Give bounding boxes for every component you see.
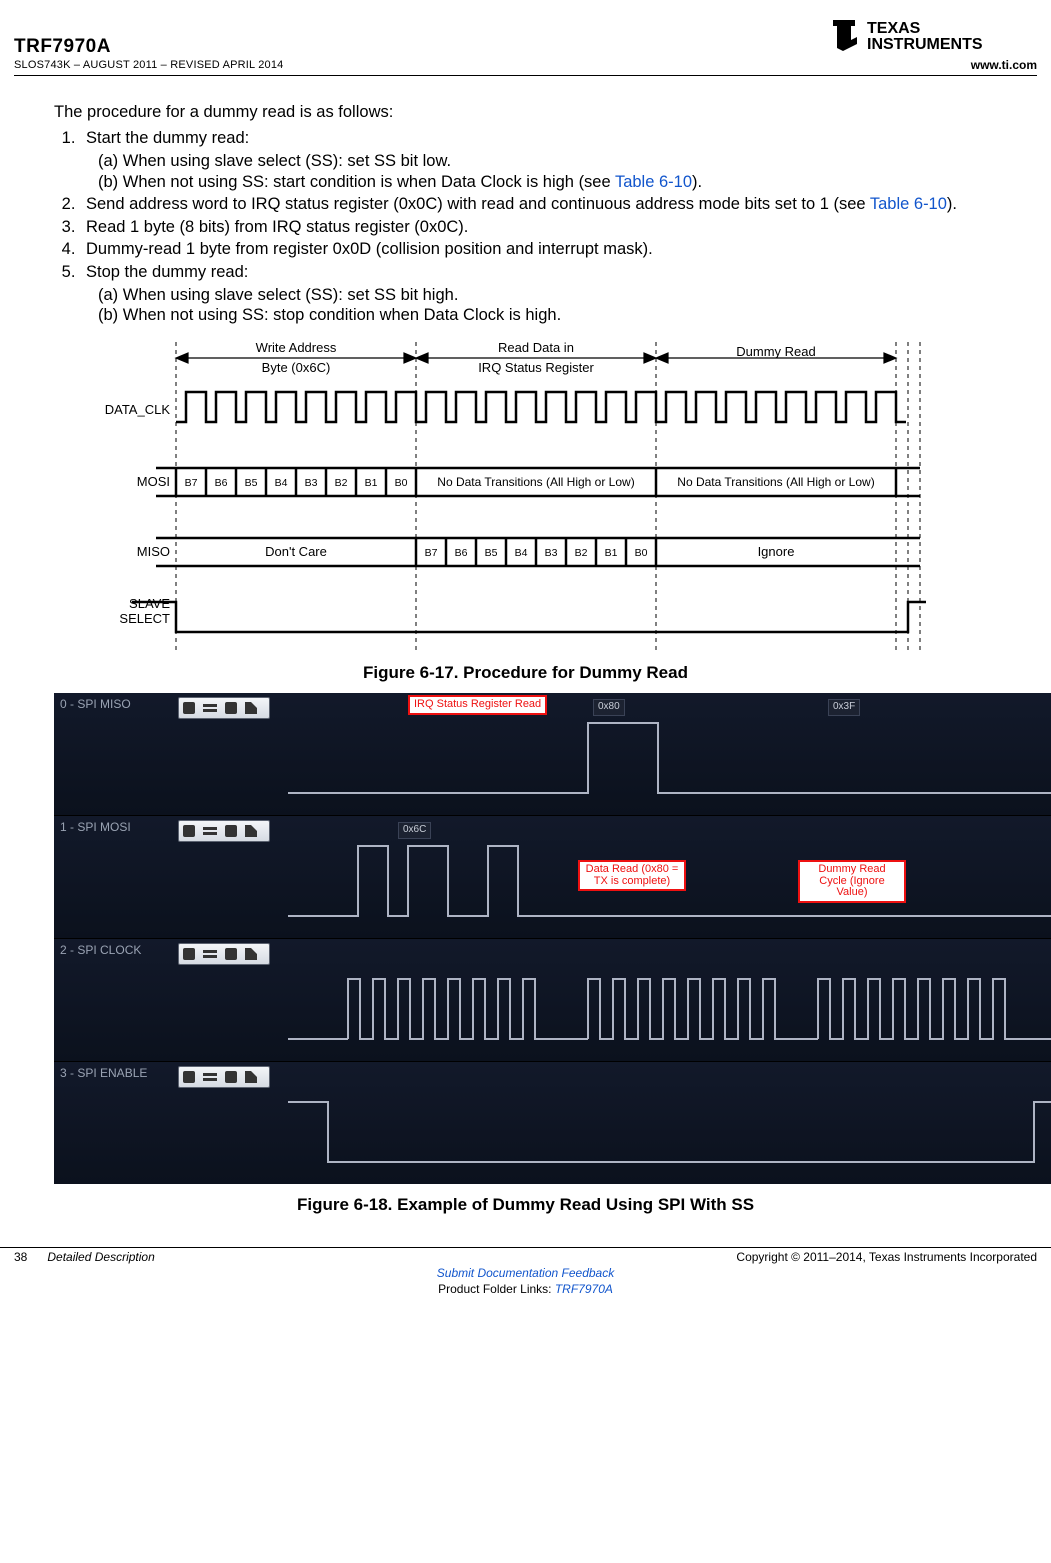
svg-text:B4: B4 (514, 547, 527, 559)
la-mosi-byte: 0x6C (398, 822, 431, 839)
svg-text:TEXAS: TEXAS (867, 20, 921, 37)
part-number: TRF7970A (14, 35, 284, 59)
page-number: 38 (14, 1250, 27, 1264)
table-6-10-link[interactable]: Table 6-10 (870, 195, 947, 213)
svg-text:B4: B4 (274, 477, 287, 489)
body-content: The procedure for a dummy read is as fol… (14, 76, 1037, 1236)
la-ch3-toolbar (178, 1066, 270, 1088)
la-ch1-label: 1 - SPI MOSI (60, 820, 131, 835)
step-5b: (b) When not using SS: stop condition wh… (98, 305, 997, 326)
intro-text: The procedure for a dummy read is as fol… (54, 102, 997, 123)
svg-text:B3: B3 (544, 547, 557, 559)
svg-text:Ignore: Ignore (757, 544, 794, 559)
la-ch2-label: 2 - SPI CLOCK (60, 943, 141, 958)
la-callout-data: Data Read (0x80 = TX is complete) (578, 860, 686, 891)
svg-text:B3: B3 (304, 477, 317, 489)
step-1a: (a) When using slave select (SS): set SS… (98, 151, 997, 172)
svg-text:B1: B1 (604, 547, 617, 559)
la-ch2-toolbar (178, 943, 270, 965)
section-name: Detailed Description (47, 1250, 154, 1264)
la-ch3-label: 3 - SPI ENABLE (60, 1066, 147, 1081)
svg-text:Don't Care: Don't Care (265, 544, 327, 559)
figure-6-17-caption: Figure 6-17. Procedure for Dummy Read (54, 662, 997, 683)
la-callout-irq: IRQ Status Register Read (408, 695, 547, 715)
svg-text:B7: B7 (424, 547, 437, 559)
svg-text:MOSI: MOSI (136, 474, 169, 489)
folder-label: Product Folder Links: (438, 1282, 555, 1296)
step-2: Send address word to IRQ status register… (80, 194, 997, 215)
svg-text:IRQ Status Register: IRQ Status Register (478, 360, 594, 375)
step-3: Read 1 byte (8 bits) from IRQ status reg… (80, 217, 997, 238)
figure-6-18-logic-analyzer: 0 - SPI MISO 0x80 0x3F IRQ Status Regist… (54, 693, 1051, 1184)
svg-text:B5: B5 (244, 477, 257, 489)
svg-text:SLAVE: SLAVE (129, 596, 170, 611)
svg-text:B2: B2 (334, 477, 347, 489)
step-4: Dummy-read 1 byte from register 0x0D (co… (80, 239, 997, 260)
ti-logo-icon: TEXAS INSTRUMENTS (827, 18, 1037, 58)
svg-text:INSTRUMENTS: INSTRUMENTS (867, 36, 983, 52)
svg-text:No Data Transitions (All High: No Data Transitions (All High or Low) (437, 475, 634, 489)
svg-text:B2: B2 (574, 547, 587, 559)
la-callout-dummy: Dummy Read Cycle (Ignore Value) (798, 860, 906, 903)
svg-text:DATA_CLK: DATA_CLK (104, 402, 170, 417)
svg-text:No Data Transitions (All High: No Data Transitions (All High or Low) (677, 475, 874, 489)
copyright: Copyright © 2011–2014, Texas Instruments… (736, 1250, 1037, 1266)
svg-text:Read Data in: Read Data in (498, 342, 574, 355)
doc-revision: SLOS743K – AUGUST 2011 – REVISED APRIL 2… (14, 59, 284, 73)
svg-text:SELECT: SELECT (119, 611, 170, 626)
submit-feedback-link[interactable]: Submit Documentation Feedback (437, 1266, 614, 1280)
la-ch1-toolbar (178, 820, 270, 842)
svg-text:Dummy Read: Dummy Read (736, 344, 815, 359)
step-5a: (a) When using slave select (SS): set SS… (98, 285, 997, 306)
la-miso-byte-2: 0x3F (828, 699, 860, 716)
product-folder-link[interactable]: TRF7970A (555, 1282, 613, 1296)
page-footer: 38 Detailed Description Copyright © 2011… (0, 1247, 1051, 1305)
step-1b: (b) When not using SS: start condition i… (98, 172, 997, 193)
svg-text:B6: B6 (214, 477, 227, 489)
la-ch0-label: 0 - SPI MISO (60, 697, 131, 712)
figure-6-18-caption: Figure 6-18. Example of Dummy Read Using… (54, 1194, 997, 1215)
svg-text:B0: B0 (394, 477, 407, 489)
svg-text:MISO: MISO (136, 544, 169, 559)
svg-text:B0: B0 (634, 547, 647, 559)
svg-text:B7: B7 (184, 477, 197, 489)
site-url: www.ti.com (827, 58, 1037, 73)
step-1: Start the dummy read: (a) When using sla… (80, 128, 997, 192)
svg-text:B1: B1 (364, 477, 377, 489)
la-miso-byte-1: 0x80 (593, 699, 625, 716)
step-5: Stop the dummy read: (a) When using slav… (80, 262, 997, 326)
svg-text:Write Address: Write Address (255, 342, 336, 355)
figure-6-17-timing-diagram: Write Address Byte (0x6C) Read Data in I… (96, 342, 956, 652)
svg-text:B6: B6 (454, 547, 467, 559)
svg-text:B5: B5 (484, 547, 497, 559)
page-header: TRF7970A SLOS743K – AUGUST 2011 – REVISE… (14, 18, 1037, 76)
la-ch0-toolbar (178, 697, 270, 719)
table-6-10-link[interactable]: Table 6-10 (615, 173, 692, 191)
svg-text:Byte (0x6C): Byte (0x6C) (261, 360, 330, 375)
